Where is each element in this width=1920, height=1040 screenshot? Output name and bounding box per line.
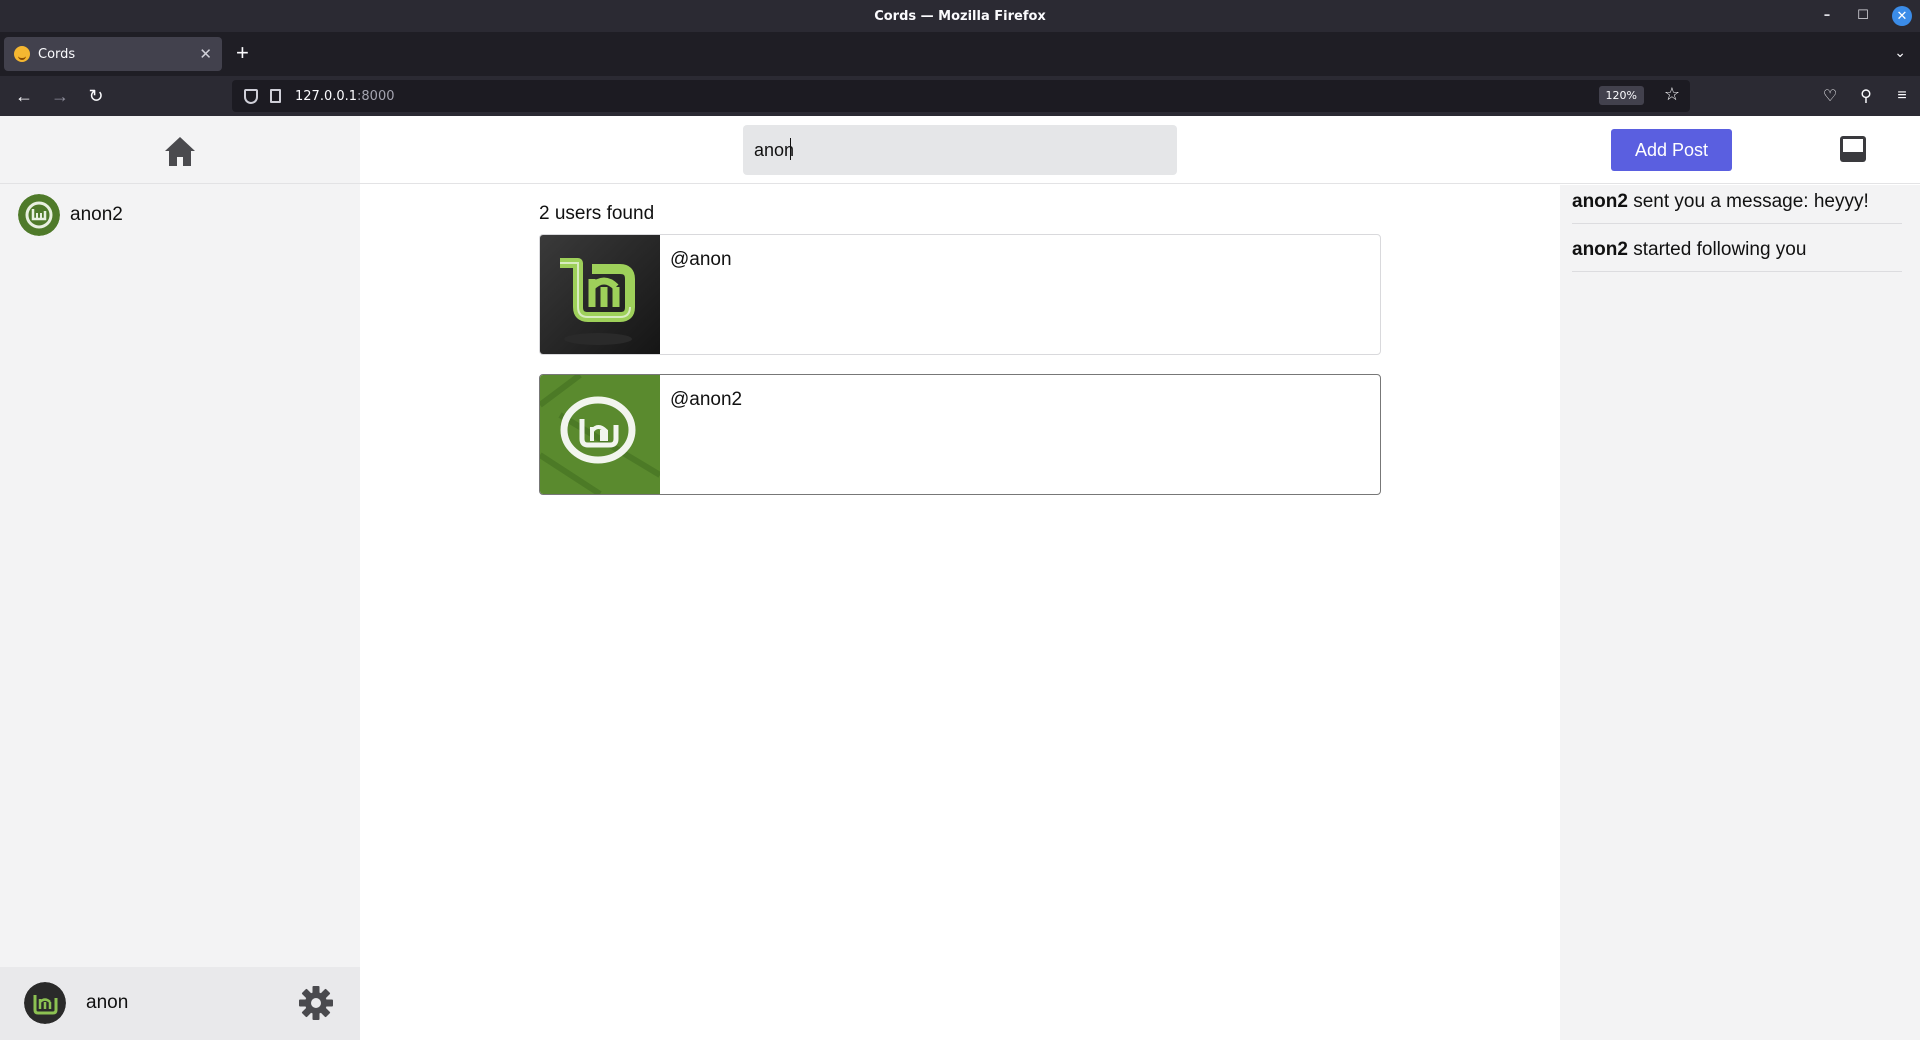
notification-item[interactable]: anon2 sent you a message: heyyy! — [1572, 191, 1902, 224]
toolbar-right: ♡ ⚲ ≡ — [1820, 76, 1912, 116]
search-input[interactable] — [743, 125, 1177, 175]
user-thumbnail — [540, 235, 660, 354]
url-host: 127.0.0.1 — [295, 88, 358, 104]
user-handle: @anon2 — [670, 389, 743, 410]
close-window-icon[interactable]: ✕ — [1892, 6, 1912, 26]
user-result-card[interactable]: @anon — [539, 234, 1381, 355]
top-bar: Add Post — [360, 116, 1920, 184]
window-controls: – ☐ ✕ — [1820, 0, 1912, 32]
notification-text: sent you a message: heyyy! — [1627, 191, 1869, 212]
home-icon[interactable] — [161, 134, 199, 170]
back-icon[interactable]: ← — [12, 84, 36, 108]
user-thumbnail — [540, 375, 662, 494]
notifications-panel: anon2 sent you a message: heyyy! anon2 s… — [1560, 185, 1920, 1040]
contact-item[interactable]: anon2 — [18, 194, 123, 236]
forward-icon[interactable]: → — [48, 84, 72, 108]
user-handle: @anon — [670, 249, 732, 270]
search-results: 2 users found @anon @anon2 — [360, 185, 1560, 1040]
maximize-icon[interactable]: ☐ — [1856, 9, 1870, 23]
reload-icon[interactable]: ↻ — [84, 84, 108, 108]
pocket-icon[interactable]: ♡ — [1820, 86, 1840, 106]
results-count: 2 users found — [539, 203, 655, 224]
minimize-icon[interactable]: – — [1820, 9, 1834, 23]
tab-bar: Cords ✕ + ⌄ — [0, 32, 1920, 76]
tab-title: Cords — [38, 46, 76, 62]
browser-tab[interactable]: Cords ✕ — [4, 37, 222, 71]
window-title: Cords — Mozilla Firefox — [874, 8, 1046, 24]
tab-close-icon[interactable]: ✕ — [199, 45, 212, 63]
notification-user: anon2 — [1572, 191, 1628, 212]
notification-item[interactable]: anon2 started following you — [1572, 239, 1902, 272]
url-port: :8000 — [357, 88, 395, 104]
navigation-bar: ← → ↻ 127.0.0.1 :8000 120% ☆ ♡ ⚲ ≡ — [0, 76, 1920, 116]
new-tab-icon[interactable]: + — [236, 42, 249, 64]
menu-icon[interactable]: ≡ — [1892, 87, 1912, 105]
add-post-button[interactable]: Add Post — [1611, 129, 1732, 171]
avatar[interactable] — [24, 982, 66, 1024]
page-info-icon[interactable] — [270, 89, 281, 103]
user-result-card[interactable]: @anon2 — [539, 374, 1381, 495]
notification-text: started following you — [1627, 239, 1807, 260]
tracking-shield-icon[interactable] — [244, 88, 258, 104]
avatar — [18, 194, 60, 236]
text-caret — [790, 138, 791, 160]
url-bar[interactable]: 127.0.0.1 :8000 120% ☆ — [232, 80, 1690, 112]
inbox-icon[interactable] — [1837, 133, 1869, 165]
favicon-icon — [14, 46, 30, 62]
app: anon2 anon anon Add Post 2 users found @… — [0, 116, 1920, 1040]
left-sidebar: anon2 anon — [0, 116, 360, 1040]
window-titlebar: Cords — Mozilla Firefox – ☐ ✕ — [0, 0, 1920, 32]
tab-list-chevron-icon[interactable]: ⌄ — [1894, 44, 1906, 61]
settings-gear-icon[interactable] — [298, 985, 334, 1021]
notification-user: anon2 — [1572, 239, 1628, 260]
extensions-icon[interactable]: ⚲ — [1856, 86, 1876, 106]
zoom-level-badge[interactable]: 120% — [1598, 86, 1644, 105]
bookmark-star-icon[interactable]: ☆ — [1664, 84, 1680, 105]
contact-name: anon2 — [70, 204, 123, 225]
current-user-name: anon — [86, 992, 129, 1013]
current-user-panel: anon — [0, 967, 360, 1040]
sidebar-divider — [0, 183, 360, 184]
